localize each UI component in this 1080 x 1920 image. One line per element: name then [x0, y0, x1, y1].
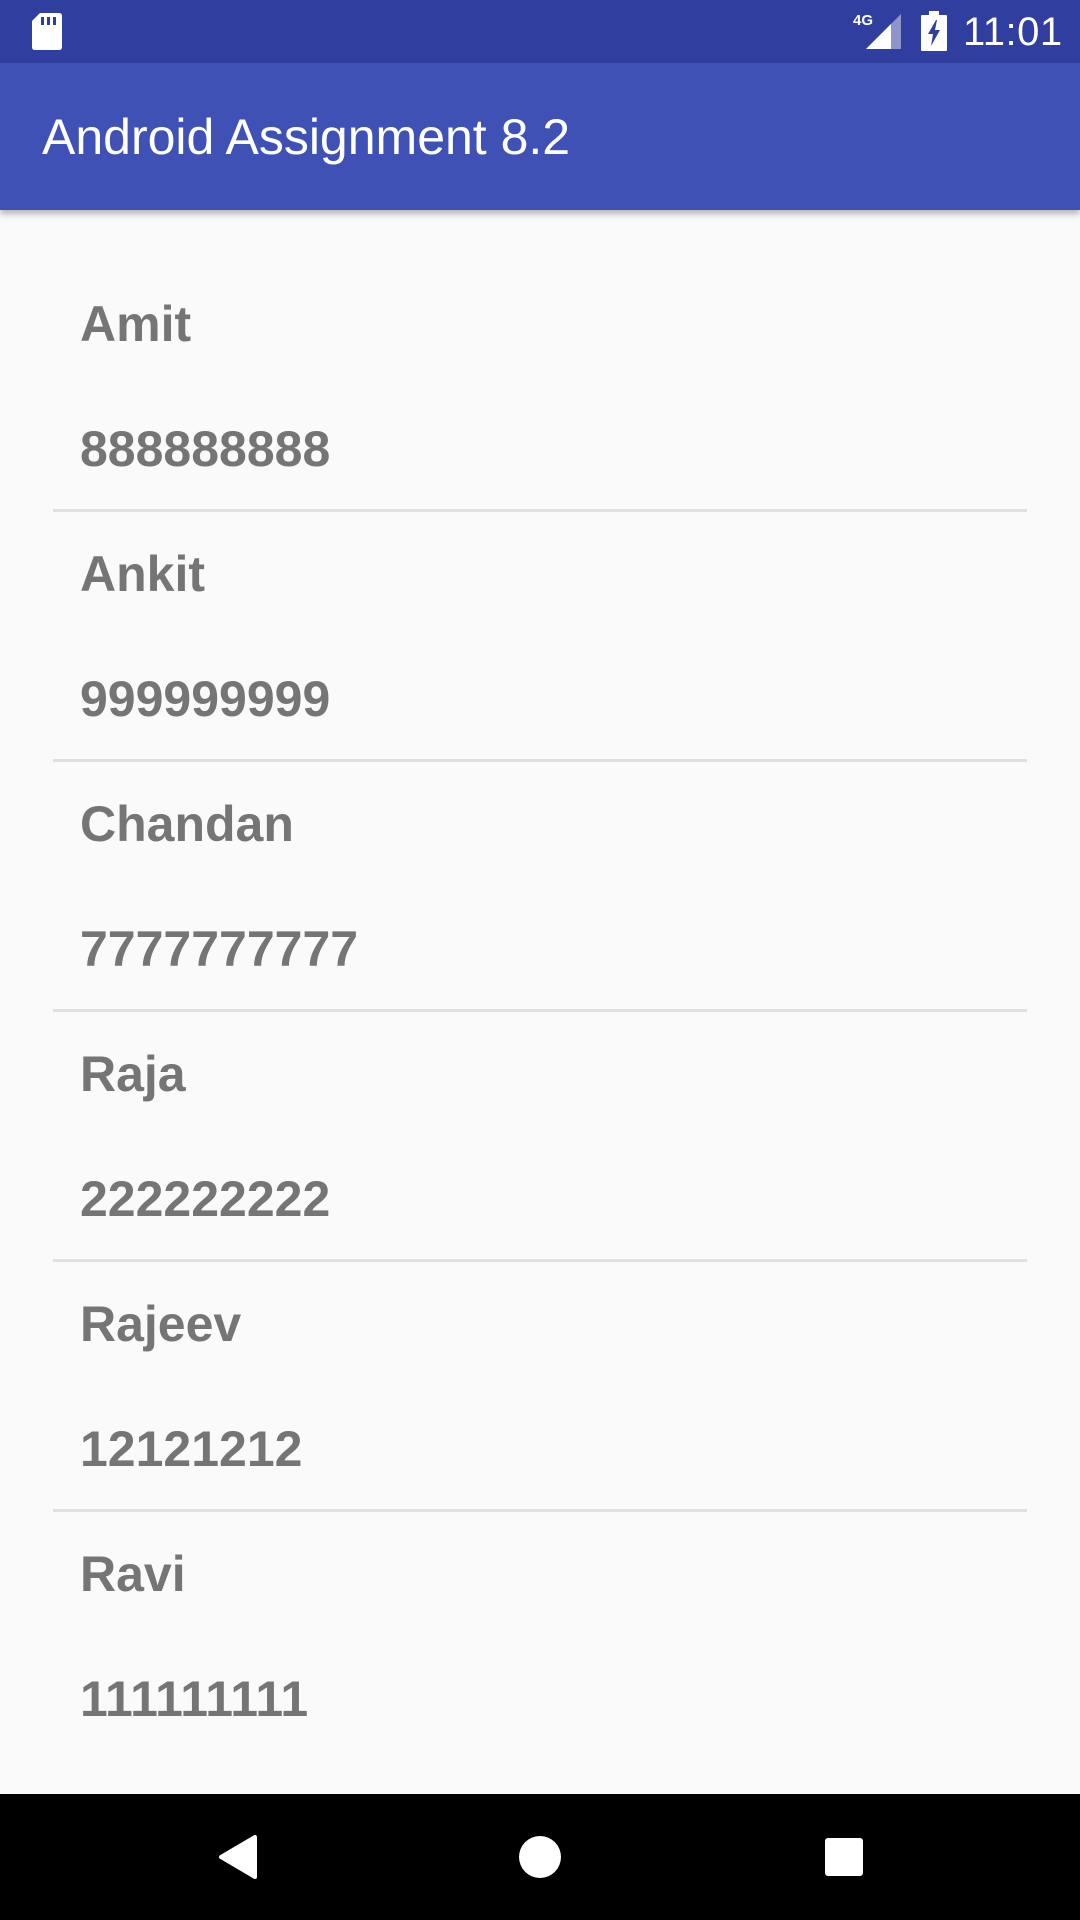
- list-item[interactable]: Chandan 7777777777: [0, 710, 1080, 977]
- list-item[interactable]: Amit 888888888: [0, 210, 1080, 477]
- screen: 4G 11:01 Android Assignment 8.2 Amit 888…: [0, 0, 1080, 1920]
- recents-button[interactable]: [804, 1817, 884, 1897]
- contact-name: Chandan: [80, 796, 294, 852]
- list-item[interactable]: Raja 222222222: [0, 960, 1080, 1227]
- status-time: 11:01: [963, 10, 1063, 54]
- sd-card-icon: [32, 13, 62, 50]
- contact-name: Ankit: [80, 546, 205, 602]
- back-icon: [219, 1835, 257, 1879]
- home-icon: [519, 1836, 561, 1878]
- contact-name: Rajeev: [80, 1296, 242, 1352]
- list-item[interactable]: Rajeev 12121212: [0, 1210, 1080, 1477]
- contact-phone: 111111111: [80, 1671, 309, 1727]
- app-bar: Android Assignment 8.2: [0, 63, 1080, 210]
- contact-name: Ravi: [80, 1546, 186, 1602]
- contact-list[interactable]: Amit 888888888 Ankit 999999999 Chandan 7…: [0, 210, 1080, 1794]
- list-item[interactable]: Ankit 999999999: [0, 460, 1080, 727]
- app-title: Android Assignment 8.2: [42, 109, 571, 165]
- list-item[interactable]: Ravi 111111111: [0, 1460, 1080, 1727]
- home-button[interactable]: [500, 1817, 580, 1897]
- battery-charging-icon: [921, 11, 947, 51]
- recents-icon: [825, 1838, 863, 1876]
- contact-name: Raja: [80, 1046, 186, 1102]
- cell-signal-icon: 4G: [853, 12, 901, 49]
- status-bar: 4G 11:01: [0, 0, 1080, 63]
- back-button[interactable]: [197, 1817, 277, 1897]
- network-type-label: 4G: [853, 12, 873, 29]
- navigation-bar: [0, 1794, 1080, 1920]
- contact-name: Amit: [80, 296, 192, 352]
